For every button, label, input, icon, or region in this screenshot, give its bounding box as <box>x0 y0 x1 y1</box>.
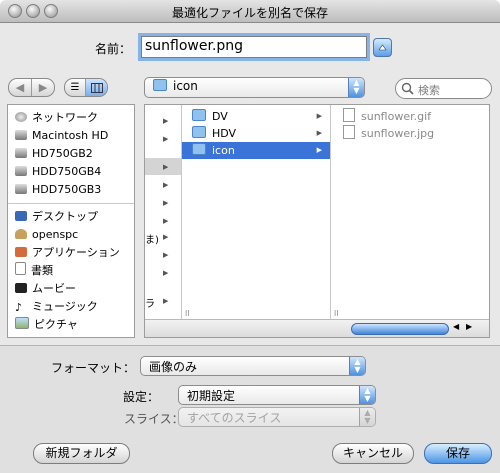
back-forward-control: ◀ ▶ <box>8 78 55 97</box>
window-title: 最適化ファイルを別名で保存 <box>171 6 328 20</box>
horizontal-scrollbar[interactable]: ◀ ▶ <box>145 319 489 337</box>
sidebar-item-pictures[interactable]: ピクチャ <box>15 316 78 333</box>
format-label: フォーマット： <box>51 361 136 375</box>
file-row-sunflower-gif: sunflower.gif <box>343 108 431 125</box>
sidebar-item-openspc[interactable]: openspc <box>15 226 78 243</box>
settings-value: 初期設定 <box>187 389 236 403</box>
new-folder-button[interactable]: 新規フォルダ <box>33 443 130 464</box>
hard-disk-icon <box>15 130 27 140</box>
back-arrow-icon[interactable]: ◀ <box>9 79 32 96</box>
sidebar-item-macintosh-hd[interactable]: Macintosh HD <box>15 127 108 144</box>
disclosure-arrow-icon: ▶ <box>163 217 169 225</box>
forward-arrow-icon[interactable]: ▶ <box>32 79 54 96</box>
view-mode-control: ☰ <box>64 78 108 97</box>
format-value: 画像のみ <box>149 360 198 374</box>
location-popup[interactable]: icon ▲ ▼ <box>144 77 365 98</box>
search-placeholder: 検索 <box>418 84 440 97</box>
hard-disk-icon <box>15 184 27 194</box>
folder-icon <box>192 143 206 155</box>
search-field[interactable]: 検索 <box>395 78 492 99</box>
up-down-arrow-icon: ▲ ▼ <box>359 386 375 404</box>
sidebar-item-hd750gb2[interactable]: HD750GB2 <box>15 145 93 162</box>
save-dialog-window: 最適化ファイルを別名で保存 名前： sunflower.png ◀ ▶ ☰ ic… <box>0 0 500 473</box>
scroll-left-arrow-icon[interactable]: ◀ <box>453 322 459 331</box>
scrollbar-thumb[interactable] <box>351 323 449 335</box>
folder-row-icon-selected[interactable]: icon ▶ <box>182 142 330 159</box>
column-1-fragment: ま) <box>145 235 159 246</box>
disclosure-arrow-icon: ▶ <box>316 146 322 154</box>
sidebar-item-network[interactable]: ネットワーク <box>15 109 98 126</box>
browser-column-2: DV ▶ HDV ▶ icon ▶ ll <box>182 105 330 319</box>
sidebar-item-hdd750gb3[interactable]: HDD750GB3 <box>15 181 101 198</box>
folder-icon <box>153 79 167 91</box>
sidebar-item-desktop[interactable]: デスクトップ <box>15 208 98 225</box>
sidebar-item-music[interactable]: ♪ ミュージック <box>15 298 98 315</box>
column-1-fragment: ラ <box>145 299 155 310</box>
film-icon <box>15 283 27 293</box>
triangle-up-icon <box>378 44 387 51</box>
options-panel: フォーマット： 画像のみ ▲ ▼ 設定： 初期設定 ▲ ▼ スライス： すべてのスラ… <box>0 345 500 473</box>
disclosure-arrow-icon: ▶ <box>163 135 169 143</box>
slices-label: スライス： <box>124 412 184 426</box>
sidebar: ネットワーク Macintosh HD HD750GB2 HDD750GB4 H… <box>7 104 135 338</box>
slices-value: すべてのスライス <box>187 411 282 425</box>
location-name: icon <box>173 79 198 93</box>
browser-column-3: sunflower.gif sunflower.jpg ll <box>331 105 489 319</box>
slices-popup: すべてのスライス ▲ ▼ <box>178 407 376 427</box>
scroll-right-arrow-icon[interactable]: ▶ <box>466 322 472 331</box>
folder-icon <box>192 126 206 138</box>
location-value: icon <box>153 79 198 93</box>
title-bar: 最適化ファイルを別名で保存 <box>0 0 500 23</box>
filename-field[interactable]: sunflower.png <box>141 36 367 58</box>
format-popup[interactable]: 画像のみ ▲ ▼ <box>140 356 366 376</box>
disclosure-arrow-icon: ▶ <box>163 117 169 125</box>
column-resize-handle[interactable]: ll <box>185 309 189 318</box>
up-down-arrow-icon: ▲ ▼ <box>348 78 364 97</box>
folder-icon <box>192 109 206 121</box>
image-file-icon <box>343 108 355 122</box>
applications-icon <box>15 247 27 257</box>
disclosure-arrow-icon: ▶ <box>163 251 169 259</box>
save-button[interactable]: 保存 <box>424 443 492 464</box>
picture-icon <box>15 317 29 329</box>
filename-label: 名前： <box>95 42 132 56</box>
column-view-icon[interactable] <box>86 79 107 96</box>
settings-label: 設定： <box>123 390 160 404</box>
column-browser: ▶ ▶ ▶ ▶ ▶ ▶ ま) ▶ ▶ ▶ ラ ▶ DV ▶ HDV ▶ icon ▶ … <box>144 104 490 338</box>
folder-row-hdv[interactable]: HDV ▶ <box>182 125 330 142</box>
disclosure-arrow-icon: ▶ <box>316 112 322 120</box>
up-down-arrow-icon: ▲ ▼ <box>359 408 375 426</box>
sidebar-divider <box>8 203 134 204</box>
sidebar-item-movies[interactable]: ムービー <box>15 280 76 297</box>
desktop-icon <box>15 211 27 221</box>
sidebar-item-hdd750gb4[interactable]: HDD750GB4 <box>15 163 101 180</box>
sidebar-item-documents[interactable]: 書類 <box>15 262 53 279</box>
disclosure-arrow-icon: ▶ <box>316 129 322 137</box>
document-icon <box>15 262 26 275</box>
disclosure-arrow-icon: ▶ <box>163 163 169 171</box>
settings-popup[interactable]: 初期設定 ▲ ▼ <box>178 385 376 405</box>
column-resize-handle[interactable]: ll <box>334 309 338 318</box>
disclosure-arrow-icon: ▶ <box>163 297 169 305</box>
globe-icon <box>15 112 27 122</box>
collapse-dialog-button[interactable] <box>373 38 392 57</box>
browser-column-1: ▶ ▶ ▶ ▶ ▶ ▶ ま) ▶ ▶ ▶ ラ ▶ <box>145 105 181 319</box>
up-down-arrow-icon: ▲ ▼ <box>349 357 365 375</box>
music-note-icon: ♪ <box>15 301 23 314</box>
disclosure-arrow-icon: ▶ <box>163 199 169 207</box>
hard-disk-icon <box>15 166 27 176</box>
disclosure-arrow-icon: ▶ <box>163 181 169 189</box>
list-view-icon[interactable]: ☰ <box>65 79 86 96</box>
file-row-sunflower-jpg: sunflower.jpg <box>343 125 434 142</box>
sidebar-item-applications[interactable]: アプリケーション <box>15 244 120 261</box>
home-icon <box>15 229 27 239</box>
cancel-button[interactable]: キャンセル <box>332 443 414 464</box>
magnifier-icon <box>401 82 414 95</box>
disclosure-arrow-icon: ▶ <box>163 269 169 277</box>
image-file-icon <box>343 125 355 139</box>
disclosure-arrow-icon: ▶ <box>163 233 169 241</box>
hard-disk-icon <box>15 148 27 158</box>
folder-row-dv[interactable]: DV ▶ <box>182 108 330 125</box>
